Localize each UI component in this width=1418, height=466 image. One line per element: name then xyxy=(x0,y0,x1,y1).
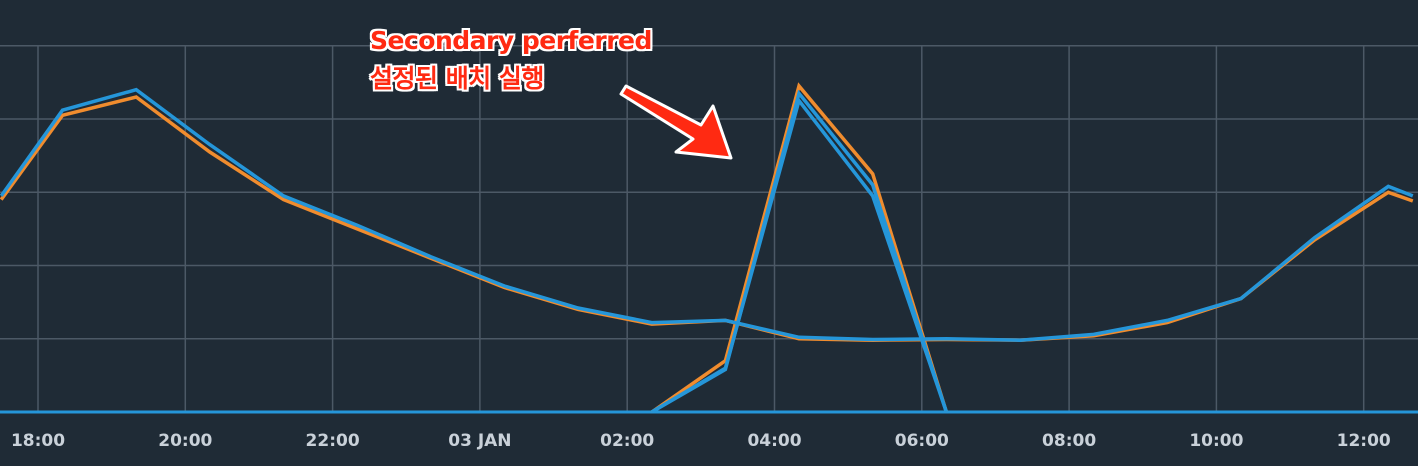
x-tick-label: 06:00 xyxy=(895,431,949,451)
x-tick-label: 04:00 xyxy=(747,431,801,451)
annotation: Secondary perferred 설정된 배치 실행 xyxy=(370,22,652,98)
x-tick-label: 03 JAN xyxy=(448,431,511,451)
annotation-line-2: 설정된 배치 실행 xyxy=(370,64,544,93)
x-tick-label: 10:00 xyxy=(1189,431,1243,451)
x-tick-label: 20:00 xyxy=(158,431,212,451)
annotation-line-1: Secondary perferred xyxy=(370,26,652,55)
chart: 18:00 20:00 22:00 03 JAN 02:00 04:00 06:00 08:0… xyxy=(0,0,1418,466)
x-tick-label: 12:00 xyxy=(1337,431,1391,451)
x-tick-label: 18:00 xyxy=(11,431,65,451)
chart-background xyxy=(0,0,1418,466)
x-tick-label: 02:00 xyxy=(600,431,654,451)
x-tick-label: 22:00 xyxy=(306,431,360,451)
x-tick-label: 08:00 xyxy=(1042,431,1096,451)
